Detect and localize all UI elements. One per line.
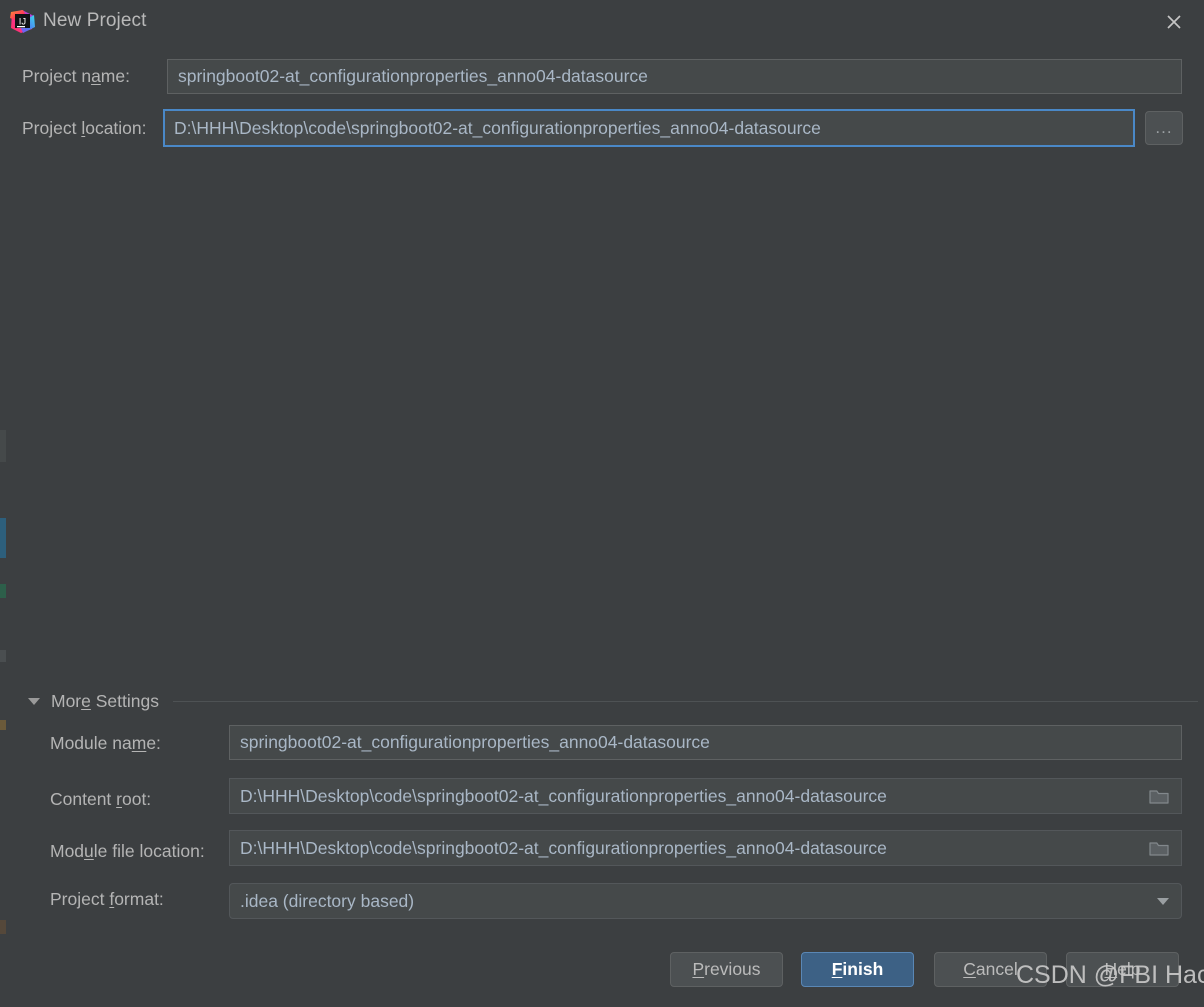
module-file-location-browse-button[interactable]: [1139, 831, 1179, 865]
content-root-label: Content root:: [50, 789, 152, 809]
folder-icon: [1148, 841, 1169, 856]
close-icon[interactable]: [1160, 8, 1188, 36]
module-name-input[interactable]: springboot02-at_configurationproperties_…: [229, 725, 1182, 760]
more-settings-toggle[interactable]: More Settings: [28, 688, 1198, 714]
dialog-titlebar: IJ New Project: [6, 0, 1204, 45]
module-name-label: Module name:: [50, 733, 161, 753]
project-location-label: Project location:: [22, 118, 147, 138]
project-format-dropdown[interactable]: .idea (directory based): [229, 883, 1182, 919]
chevron-down-icon: [28, 697, 40, 705]
help-button[interactable]: Help: [1066, 952, 1179, 987]
content-root-browse-button[interactable]: [1139, 779, 1179, 813]
previous-button[interactable]: Previous: [670, 952, 783, 987]
dialog-title: New Project: [43, 10, 147, 31]
module-file-location-label: Module file location:: [50, 841, 205, 861]
intellij-idea-logo-icon: IJ: [10, 9, 35, 34]
new-project-dialog: IJ New Project Project name: springboot0…: [6, 0, 1204, 1007]
module-file-location-input[interactable]: D:\HHH\Desktop\code\springboot02-at_conf…: [229, 830, 1182, 866]
svg-text:IJ: IJ: [19, 17, 27, 28]
project-location-browse-button[interactable]: ...: [1145, 111, 1183, 145]
folder-icon: [1148, 789, 1169, 804]
project-format-chevron-down-icon[interactable]: [1143, 884, 1183, 918]
project-format-label: Project format:: [50, 889, 164, 909]
project-name-label: Project name:: [22, 66, 130, 86]
cancel-button[interactable]: Cancel: [934, 952, 1047, 987]
ellipsis-icon: ...: [1155, 118, 1173, 137]
more-settings-separator: [172, 700, 1198, 702]
more-settings-label: More Settings: [51, 690, 159, 711]
project-name-input[interactable]: springboot02-at_configurationproperties_…: [167, 59, 1182, 94]
project-location-input[interactable]: D:\HHH\Desktop\code\springboot02-at_conf…: [163, 109, 1135, 147]
finish-button[interactable]: Finish: [801, 952, 914, 987]
content-root-input[interactable]: D:\HHH\Desktop\code\springboot02-at_conf…: [229, 778, 1182, 814]
